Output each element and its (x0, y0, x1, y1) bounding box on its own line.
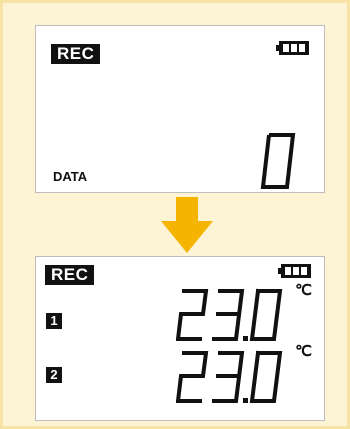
battery-full-icon (278, 264, 311, 278)
channel-1-reading (176, 288, 283, 341)
data-label: DATA (53, 169, 88, 184)
channel-2-unit: ℃ (295, 343, 312, 360)
rec-indicator: REC (51, 44, 101, 64)
battery-full-icon (276, 41, 309, 55)
data-count-digit (260, 133, 296, 189)
channel-2-reading (176, 350, 283, 403)
down-arrow-icon (161, 197, 213, 253)
channel-1-unit: ℃ (295, 282, 312, 299)
channel-2-label: 2 (46, 367, 62, 383)
channel-1-label: 1 (46, 313, 62, 329)
lcd-display-after: REC 1 2 ℃ ℃ (35, 256, 325, 421)
lcd-display-before: REC DATA (35, 25, 325, 193)
rec-indicator: REC (45, 265, 95, 285)
